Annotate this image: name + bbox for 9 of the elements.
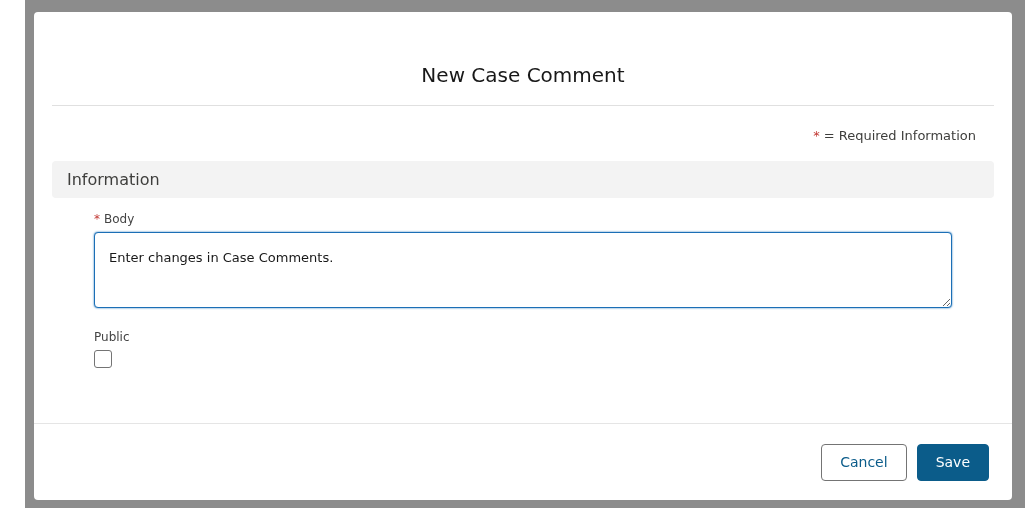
body-textarea[interactable]: Enter changes in Case Comments. (94, 232, 952, 308)
save-button[interactable]: Save (916, 443, 989, 481)
field-label: Public (94, 330, 131, 344)
modal-title: New Case Comment (421, 63, 625, 87)
section-header: Information (52, 161, 994, 198)
required-information-note: * = Required Information (813, 128, 976, 143)
field-label: * Body (94, 212, 136, 226)
cancel-button[interactable]: Cancel (821, 443, 907, 481)
public-checkbox[interactable] (94, 350, 112, 368)
